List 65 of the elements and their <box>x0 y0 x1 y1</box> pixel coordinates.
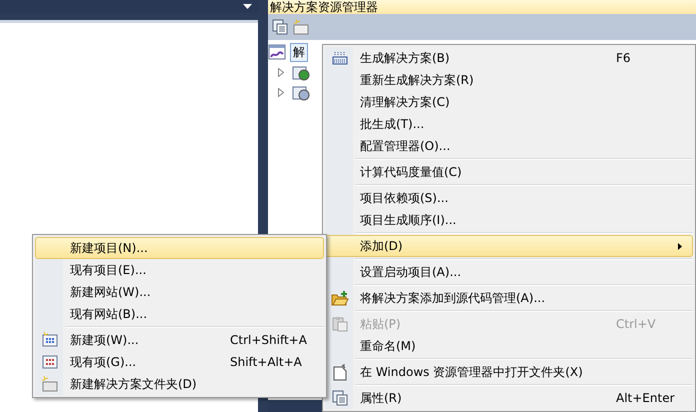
menu-item[interactable]: 批生成(T)... <box>325 113 693 135</box>
folder-plus-icon <box>331 290 349 306</box>
shortcut-text: Ctrl+Shift+A <box>230 333 307 347</box>
menu-item-label: 添加(D) <box>359 238 403 254</box>
menu-item[interactable]: 生成解决方案(B) F6 <box>325 47 693 69</box>
menu-item-label: 项目生成顺序(I)... <box>359 212 456 228</box>
dropdown-icon[interactable] <box>243 4 252 9</box>
menu-item[interactable]: 新建解决方案文件夹(D) <box>35 373 324 395</box>
menu-item[interactable]: 设置启动项目(A)... <box>325 261 693 283</box>
menu-item[interactable]: 清理解决方案(C) <box>325 91 693 113</box>
menu-item-label: 新建项目(N)... <box>69 240 148 256</box>
new-item-icon <box>42 332 58 348</box>
menu-item-label: 将解决方案添加到源代码管理(A)... <box>359 290 546 306</box>
menu-item[interactable]: 现有网站(B)... <box>35 303 324 325</box>
shortcut-text: F6 <box>616 51 631 65</box>
menu-item-label: 新建网站(W)... <box>69 284 151 300</box>
menu-item-label: 现有网站(B)... <box>69 306 148 322</box>
menu-item[interactable]: 现有项目(E)... <box>35 259 324 281</box>
project-icon <box>292 64 310 80</box>
menu-item[interactable]: 计算代码度量值(C) <box>325 161 693 183</box>
build-icon <box>332 51 348 65</box>
menu-item-label: 批生成(T)... <box>359 116 424 132</box>
project-icon <box>292 84 310 100</box>
menu-item-label: 计算代码度量值(C) <box>359 164 462 180</box>
menu-item[interactable]: 将解决方案添加到源代码管理(A)... <box>325 287 693 309</box>
menu-item[interactable]: 配置管理器(O)... <box>325 135 693 157</box>
menu-item[interactable]: 属性(R) Alt+Enter <box>325 387 693 409</box>
menu-item-label: 重命名(M) <box>359 338 416 354</box>
menu-item[interactable]: 在 Windows 资源管理器中打开文件夹(X) <box>325 361 693 383</box>
tree-item[interactable]: 解 <box>290 42 308 62</box>
new-folder-icon <box>41 376 59 392</box>
menu-item[interactable]: 新建网站(W)... <box>35 281 324 303</box>
menu-item[interactable]: 项目生成顺序(I)... <box>325 209 693 231</box>
shortcut-text: Alt+Enter <box>616 391 675 405</box>
menu-item-label: 重新生成解决方案(R) <box>359 72 474 88</box>
menu-item-label: 新建项(W)... <box>69 332 139 348</box>
item-icon <box>42 355 58 369</box>
menu-item-label: 生成解决方案(B) <box>359 50 450 66</box>
paste-icon <box>332 316 348 332</box>
menu-item[interactable]: 重新生成解决方案(R) <box>325 69 693 91</box>
menu-item-label: 清理解决方案(C) <box>359 94 450 110</box>
menu-item[interactable]: 重命名(M) <box>325 335 693 357</box>
expand-icon[interactable] <box>278 88 284 96</box>
menu-item-label: 现有项(G)... <box>69 354 136 370</box>
properties-icon <box>332 390 348 406</box>
menu-item[interactable]: 新建项(W)... Ctrl+Shift+A <box>35 329 324 351</box>
menu-item-label: 配置管理器(O)... <box>359 138 450 154</box>
properties-icon[interactable] <box>272 19 288 35</box>
menu-item-label: 属性(R) <box>359 390 402 406</box>
shortcut-text: Shift+Alt+A <box>230 355 302 369</box>
document-icon <box>333 364 347 380</box>
menu-item[interactable]: 现有项(G)... Shift+Alt+A <box>35 351 324 373</box>
menu-item-label: 粘贴(P) <box>359 316 401 332</box>
menu-item[interactable]: 新建项目(N)... <box>35 237 324 259</box>
menu-item-label: 项目依赖项(S)... <box>359 190 448 206</box>
menu-item-label: 设置启动项目(A)... <box>359 264 462 280</box>
shortcut-text: Ctrl+V <box>616 317 656 331</box>
submenu-arrow-icon <box>678 243 682 250</box>
expand-icon[interactable] <box>278 68 284 76</box>
menu-item-label: 新建解决方案文件夹(D) <box>69 376 197 392</box>
menu-item[interactable]: 项目依赖项(S)... <box>325 187 693 209</box>
panel-title: 解决方案资源管理器 <box>268 0 696 14</box>
menu-item-label: 现有项目(E)... <box>69 262 146 278</box>
menu-item[interactable]: 添加(D) <box>325 235 693 257</box>
menu-item-label: 在 Windows 资源管理器中打开文件夹(X) <box>359 364 583 380</box>
